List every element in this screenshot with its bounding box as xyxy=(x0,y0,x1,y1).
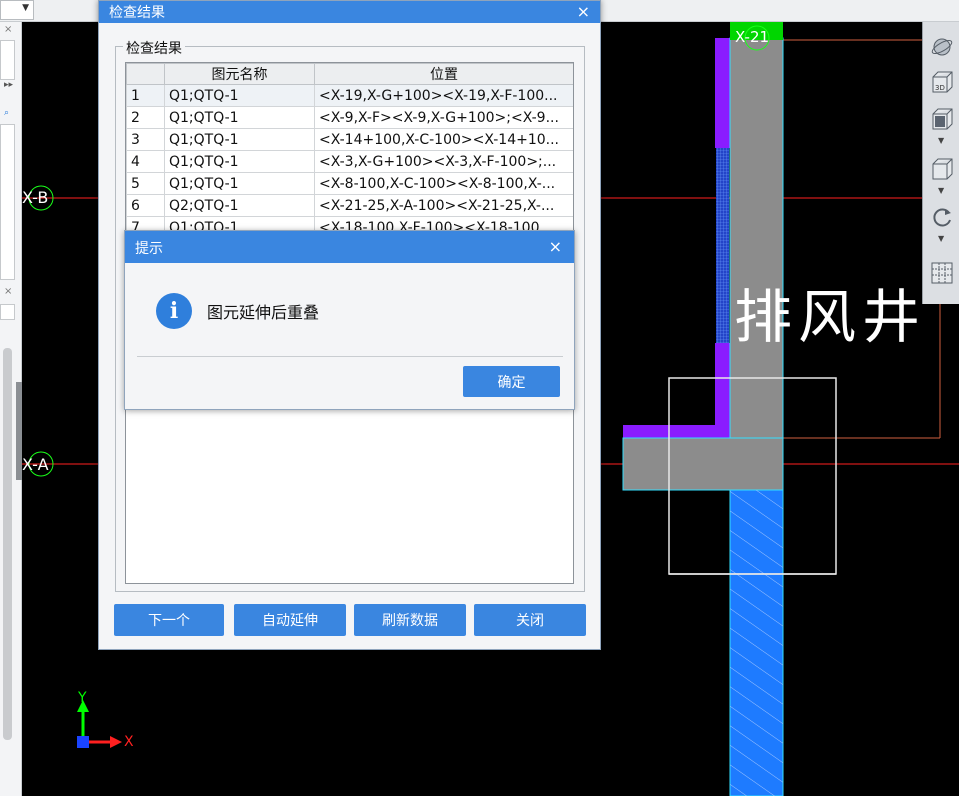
panel-box-top xyxy=(0,40,15,80)
next-button[interactable]: 下一个 xyxy=(114,604,224,636)
row-index: 6 xyxy=(126,194,165,217)
view-toolbar: 3D ▼ ▼ ▼ xyxy=(922,22,959,304)
view-3d-icon[interactable]: 3D xyxy=(929,70,955,96)
column-header-name[interactable]: 图元名称 xyxy=(164,63,315,85)
box-outline-icon[interactable] xyxy=(929,156,955,182)
dialog-title-bar[interactable]: 检查结果 × xyxy=(99,1,600,23)
row-position: <X-21-25,X-A-100><X-21-25,X-... xyxy=(314,194,573,217)
tip-title-bar[interactable]: 提示 × xyxy=(125,231,574,263)
row-name: Q1;QTQ-1 xyxy=(164,84,315,107)
row-position: <X-9,X-F><X-9,X-G+100>;<X-9... xyxy=(314,106,573,129)
close-icon[interactable]: × xyxy=(577,2,590,21)
row-index: 4 xyxy=(126,150,165,173)
table-row[interactable]: 2 Q1;QTQ-1 <X-9,X-F><X-9,X-G+100>;<X-9..… xyxy=(126,106,573,129)
axis-x-label: X xyxy=(124,734,134,750)
expand-icon[interactable]: ▸▸ xyxy=(4,80,13,90)
row-index: 2 xyxy=(126,106,165,129)
refresh-data-button[interactable]: 刷新数据 xyxy=(354,604,466,636)
box-view-icon[interactable] xyxy=(929,106,955,132)
divider xyxy=(137,356,563,357)
axis-y-label: Y xyxy=(78,690,87,706)
row-name: Q1;QTQ-1 xyxy=(164,106,315,129)
close-button[interactable]: 关闭 xyxy=(474,604,586,636)
room-label: 排风井 xyxy=(734,283,927,351)
panel-collapse-handle[interactable] xyxy=(16,382,22,480)
table-row[interactable]: 3 Q1;QTQ-1 <X-14+100,X-C-100><X-14+10... xyxy=(126,128,573,151)
rotate-icon[interactable] xyxy=(929,204,955,230)
search-icon[interactable]: ⌕ xyxy=(4,108,9,118)
wall-gray-vertical xyxy=(729,37,784,491)
dialog-title: 检查结果 xyxy=(109,5,165,21)
row-name: Q1;QTQ-1 xyxy=(164,172,315,195)
row-index: 5 xyxy=(126,172,165,195)
row-index: 3 xyxy=(126,128,165,151)
grid-label-xa: X-A xyxy=(22,455,49,474)
row-index: 1 xyxy=(126,84,165,107)
tip-message: 图元延伸后重叠 xyxy=(207,303,320,322)
row-position: <X-14+100,X-C-100><X-14+10... xyxy=(314,128,573,151)
panel-scrollbar[interactable] xyxy=(3,348,12,740)
table-row[interactable]: 5 Q1;QTQ-1 <X-8-100,X-C-100><X-8-100,X-.… xyxy=(126,172,573,195)
wall-gray-horizontal xyxy=(622,437,784,491)
orbit-icon[interactable] xyxy=(929,34,955,60)
layer-dropdown[interactable]: ▼ xyxy=(0,0,34,20)
close-icon[interactable]: × xyxy=(4,24,12,35)
wall-purple-vertical xyxy=(715,38,730,148)
wall-mesh xyxy=(716,148,729,343)
row-name: Q1;QTQ-1 xyxy=(164,128,315,151)
panel-list xyxy=(0,124,15,280)
close-icon[interactable]: × xyxy=(549,237,562,256)
table-row[interactable]: 1 Q1;QTQ-1 <X-19,X-G+100><X-19,X-F-100..… xyxy=(126,84,573,107)
auto-extend-button[interactable]: 自动延伸 xyxy=(234,604,346,636)
chevron-down-icon[interactable]: ▼ xyxy=(938,136,944,145)
chevron-down-icon: ▼ xyxy=(22,3,29,13)
wall-purple-lower xyxy=(715,343,730,425)
info-icon: i xyxy=(156,293,192,329)
grid-label-x21: X-21 xyxy=(735,28,770,46)
group-label: 检查结果 xyxy=(123,38,185,58)
row-position: <X-3,X-G+100><X-3,X-F-100>;... xyxy=(314,150,573,173)
column-header-position[interactable]: 位置 xyxy=(314,63,573,85)
row-name: Q1;QTQ-1 xyxy=(164,150,315,173)
svg-text:3D: 3D xyxy=(935,84,945,92)
panel-box-mid xyxy=(0,304,15,320)
cad-workspace: X-B X-A X-21 排风井 Y X ▼ × ▸▸ ⌕ × 3D ▼ ▼ ▼… xyxy=(0,0,959,796)
left-panel: × ▸▸ ⌕ × xyxy=(0,22,22,796)
row-position: <X-8-100,X-C-100><X-8-100,X-... xyxy=(314,172,573,195)
column-header-index[interactable] xyxy=(126,63,165,85)
chevron-down-icon[interactable]: ▼ xyxy=(938,186,944,195)
tip-dialog: 提示 × i 图元延伸后重叠 确定 xyxy=(124,230,575,410)
grid-label-xb: X-B xyxy=(22,188,49,207)
ok-button[interactable]: 确定 xyxy=(463,366,560,397)
table-row[interactable]: 4 Q1;QTQ-1 <X-3,X-G+100><X-3,X-F-100>;..… xyxy=(126,150,573,173)
close-icon[interactable]: × xyxy=(4,286,12,297)
grid-panel-icon[interactable] xyxy=(929,260,955,286)
table-header: 图元名称 位置 xyxy=(126,63,573,85)
row-position: <X-19,X-G+100><X-19,X-F-100... xyxy=(314,84,573,107)
chevron-down-icon[interactable]: ▼ xyxy=(938,234,944,243)
row-name: Q2;QTQ-1 xyxy=(164,194,315,217)
tip-title: 提示 xyxy=(135,241,163,257)
table-row[interactable]: 6 Q2;QTQ-1 <X-21-25,X-A-100><X-21-25,X-.… xyxy=(126,194,573,217)
